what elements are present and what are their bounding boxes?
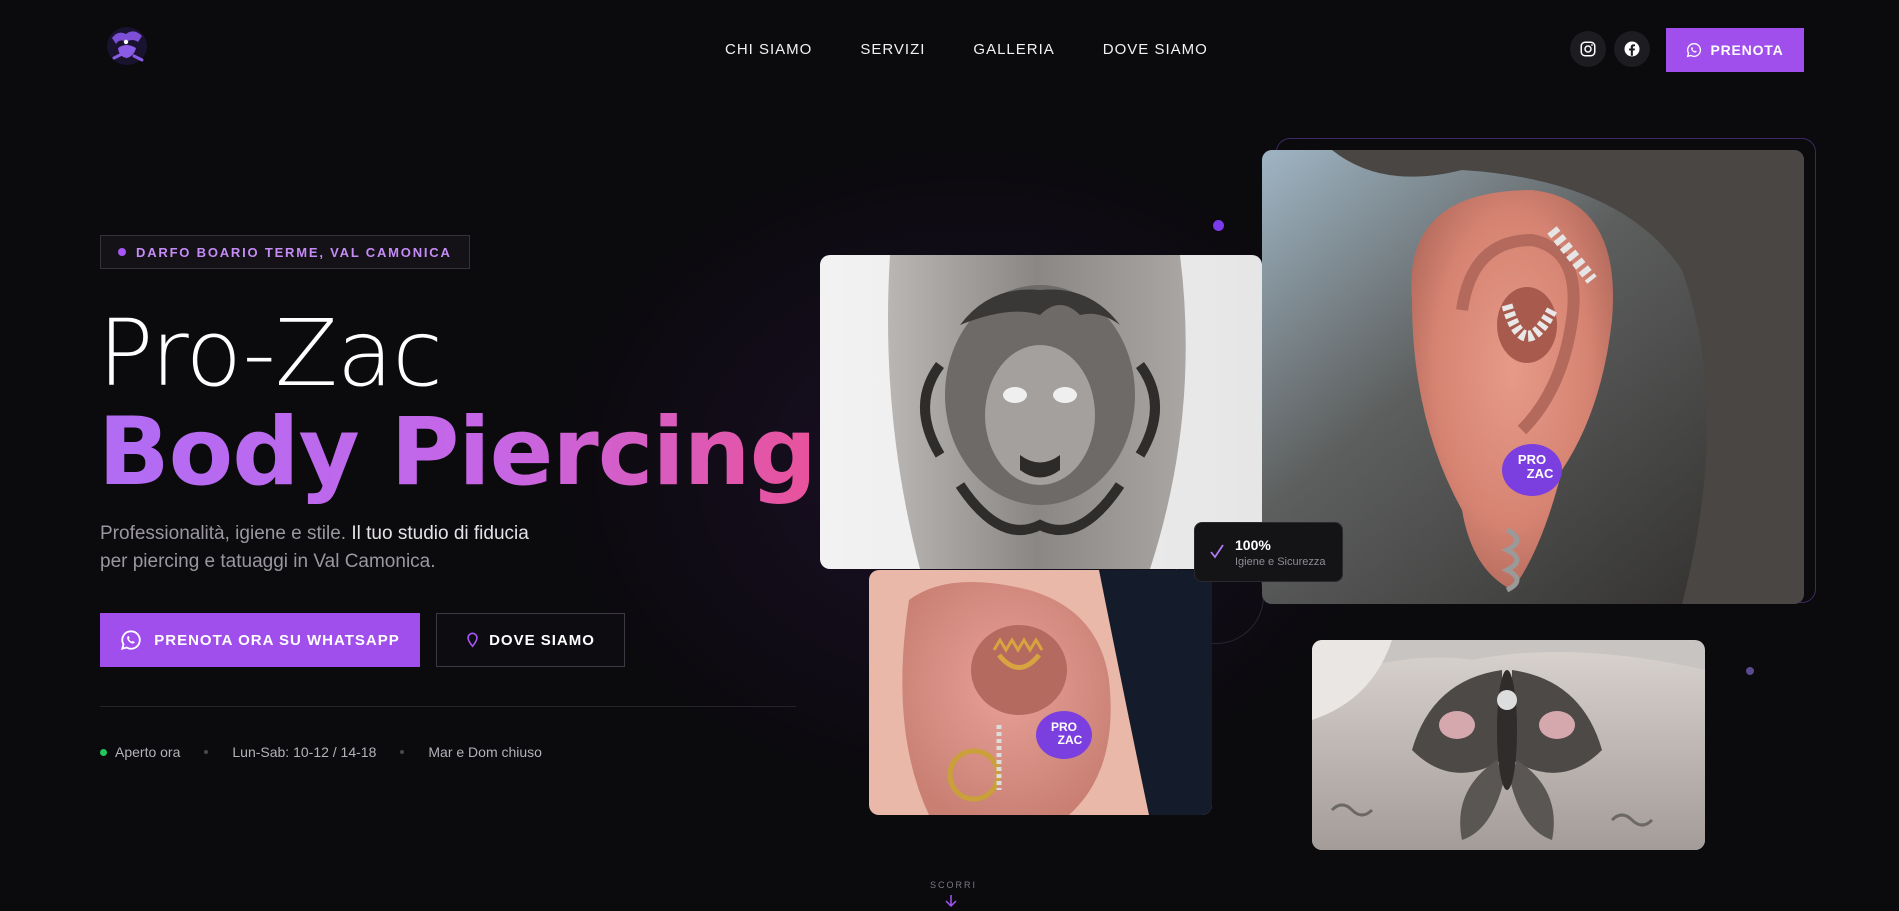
facebook-button[interactable] (1614, 31, 1650, 67)
badge-dot (118, 248, 126, 256)
scroll-indicator[interactable]: SCORRI (930, 880, 978, 910)
hero-divider (100, 706, 796, 707)
hero-subtitle: Professionalità, igiene e stile. Il tuo … (100, 520, 560, 576)
hero-title-line2: Body Piercing (98, 398, 817, 507)
scroll-label: SCORRI (930, 880, 978, 890)
subtitle-rest: per piercing e tatuaggi in Val Camonica. (100, 551, 436, 572)
ear-piercing-image[interactable]: PRO ZAC (1262, 150, 1804, 604)
instagram-button[interactable] (1570, 31, 1606, 67)
check-icon (1210, 544, 1224, 559)
svg-text:PRO: PRO (1051, 720, 1077, 734)
status-separator (204, 750, 209, 754)
svg-text:PRO: PRO (1518, 452, 1546, 467)
decorative-dot (1746, 667, 1754, 675)
status-separator (400, 750, 405, 754)
instagram-icon (1580, 41, 1596, 57)
subtitle-plain: Professionalità, igiene e stile. (100, 523, 352, 544)
map-pin-icon (467, 632, 478, 648)
arrow-down-icon (945, 895, 957, 908)
main-nav: CHI SIAMO SERVIZI GALLERIA DOVE SIAMO (725, 41, 1208, 58)
whatsapp-booking-label: PRENOTA ORA SU WHATSAPP (154, 631, 400, 649)
location-text: DARFO BOARIO TERME, VAL CAMONICA (136, 244, 452, 260)
whatsapp-icon (1687, 42, 1702, 58)
dove-siamo-label: DOVE SIAMO (489, 631, 595, 649)
decorative-dot (1213, 220, 1224, 231)
stat-value: 100% (1235, 536, 1271, 553)
open-status-text: Aperto ora (115, 744, 181, 760)
dove-siamo-button[interactable]: DOVE SIAMO (436, 613, 625, 667)
prenota-button[interactable]: PRENOTA (1666, 28, 1804, 72)
opening-hours-text: Lun-Sab: 10-12 / 14-18 (232, 744, 377, 760)
open-indicator-dot (100, 748, 107, 756)
nav-chi-siamo[interactable]: CHI SIAMO (725, 41, 812, 58)
svg-text:ZAC: ZAC (1058, 733, 1083, 747)
svg-text:ZAC: ZAC (1527, 466, 1554, 481)
location-badge: DARFO BOARIO TERME, VAL CAMONICA (100, 235, 470, 269)
whatsapp-icon (121, 630, 141, 651)
hygiene-stat-card: 100% Igiene e Sicurezza (1194, 522, 1343, 582)
opening-status: Aperto ora Lun-Sab: 10-12 / 14-18 Mar e … (100, 744, 542, 760)
daith-piercing-image[interactable]: PRO ZAC (869, 570, 1212, 815)
subtitle-highlight: Il tuo studio di fiducia (351, 523, 529, 544)
whatsapp-booking-button[interactable]: PRENOTA ORA SU WHATSAPP (100, 613, 420, 667)
nav-servizi[interactable]: SERVIZI (860, 41, 925, 58)
moth-tattoo-image[interactable] (1312, 640, 1705, 850)
facebook-icon (1624, 41, 1640, 57)
hero-title-line1: Pro-Zac (98, 300, 443, 407)
medusa-tattoo-image[interactable] (820, 255, 1262, 569)
logo[interactable] (104, 22, 150, 68)
closed-days-text: Mar e Dom chiuso (428, 744, 542, 760)
stat-text: 100% Igiene e Sicurezza (1235, 537, 1326, 568)
nav-galleria[interactable]: GALLERIA (973, 41, 1054, 58)
nav-dove-siamo[interactable]: DOVE SIAMO (1103, 41, 1208, 58)
stat-label: Igiene e Sicurezza (1235, 555, 1326, 568)
prenota-label: PRENOTA (1710, 42, 1784, 58)
